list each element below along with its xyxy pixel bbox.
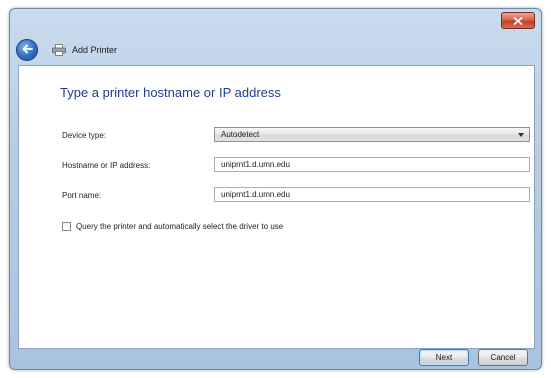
cancel-button[interactable]: Cancel: [478, 349, 528, 366]
hostname-label: Hostname or IP address:: [62, 161, 151, 170]
port-name-label: Port name:: [62, 191, 102, 200]
device-type-value: Autodetect: [221, 130, 260, 139]
query-driver-checkbox[interactable]: [62, 222, 71, 231]
button-bar: Next Cancel: [18, 349, 535, 369]
content-panel: Type a printer hostname or IP address De…: [18, 65, 535, 349]
back-arrow-icon: [21, 41, 33, 59]
device-type-select[interactable]: Autodetect: [214, 127, 530, 142]
query-driver-option[interactable]: Query the printer and automatically sele…: [62, 222, 283, 231]
chevron-down-icon: [518, 133, 524, 137]
next-button[interactable]: Next: [419, 349, 469, 366]
page-heading: Type a printer hostname or IP address: [60, 85, 281, 100]
port-name-input[interactable]: [214, 187, 530, 202]
close-icon: [513, 16, 523, 25]
hostname-input[interactable]: [214, 157, 530, 172]
title-bar: [10, 9, 541, 37]
device-type-label: Device type:: [62, 131, 107, 140]
window-title: Add Printer: [72, 45, 118, 55]
wizard-header: Add Printer: [16, 37, 117, 63]
close-button[interactable]: [501, 12, 535, 29]
printer-icon: [52, 44, 66, 56]
add-printer-window: Add Printer Type a printer hostname or I…: [9, 8, 542, 370]
back-button[interactable]: [16, 39, 38, 61]
query-driver-label: Query the printer and automatically sele…: [76, 222, 284, 231]
